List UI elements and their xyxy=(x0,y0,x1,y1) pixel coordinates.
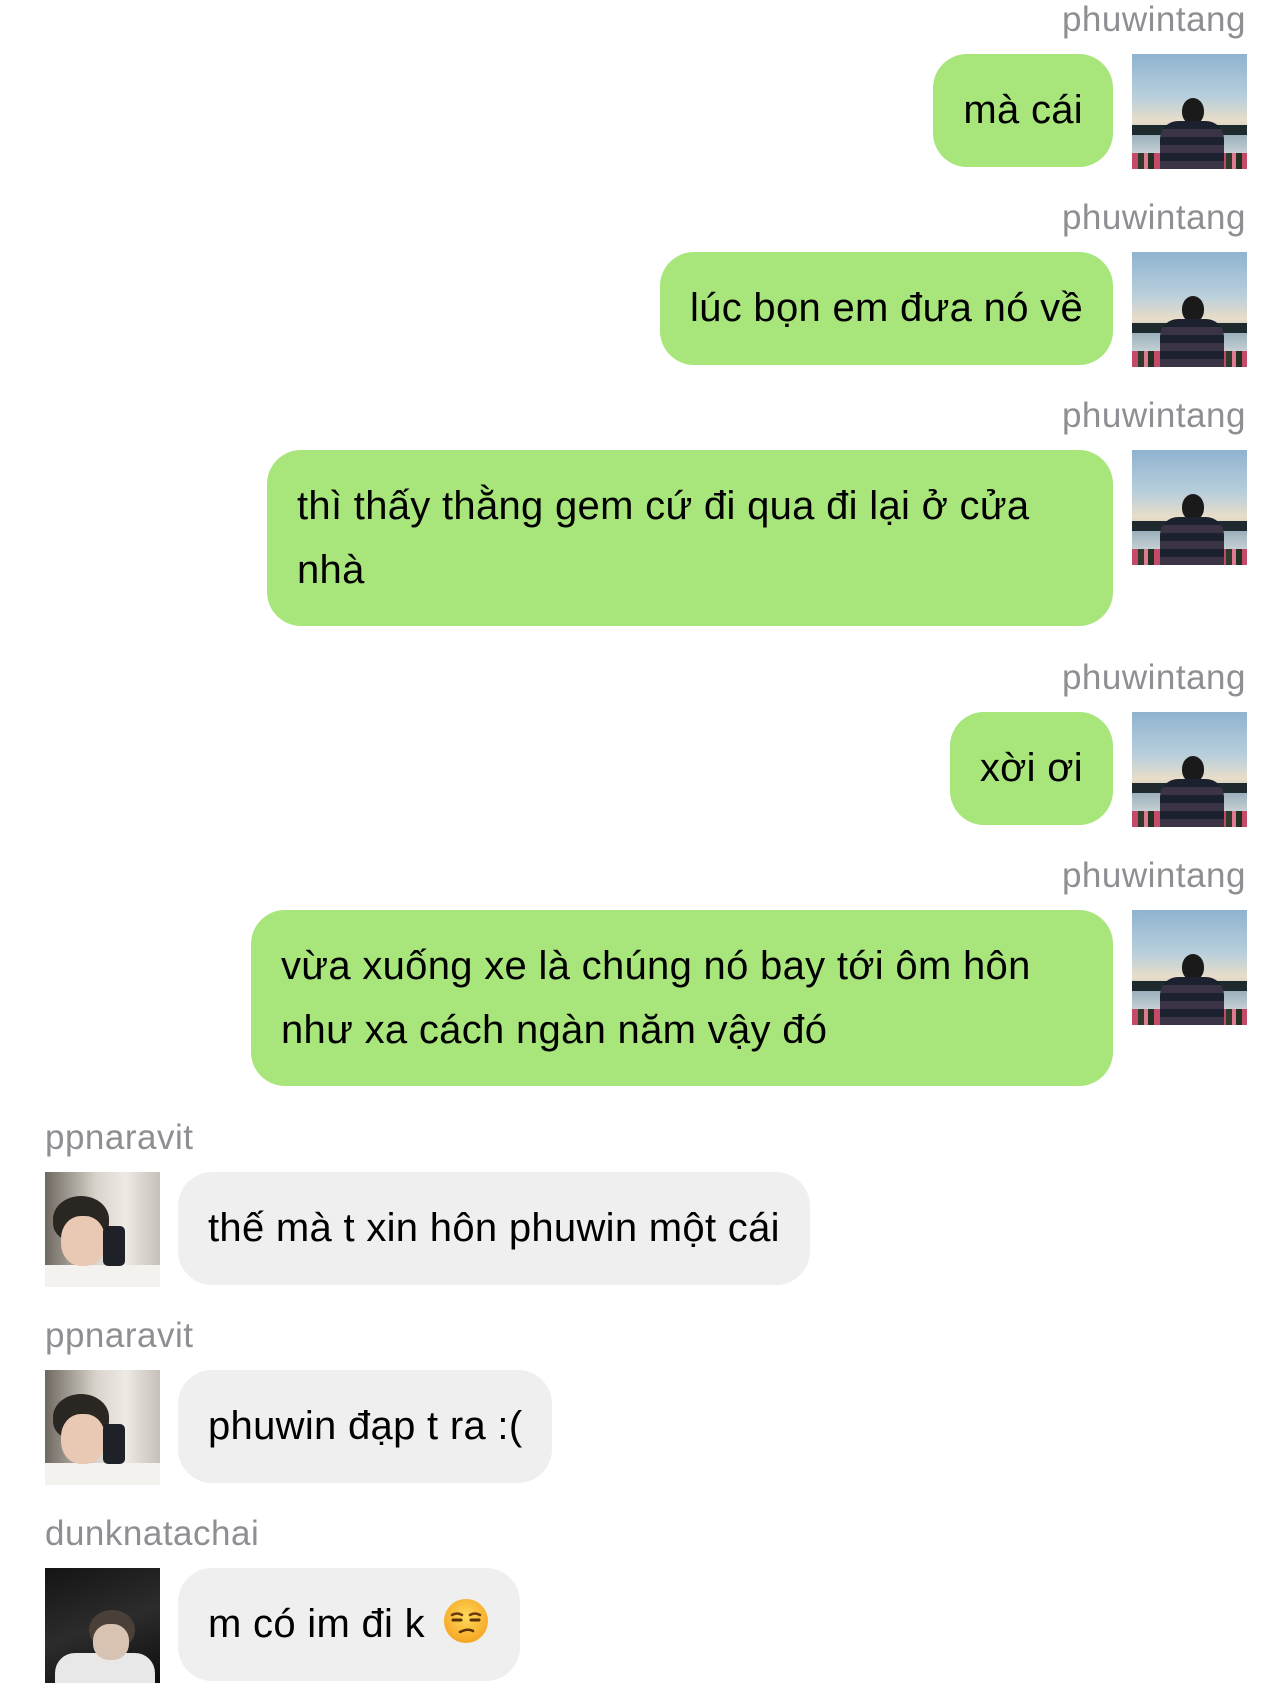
sender-username[interactable]: phuwintang xyxy=(1062,658,1246,698)
sender-username[interactable]: ppnaravit xyxy=(45,1118,193,1158)
message-bubble[interactable]: phuwin đạp t ra :( xyxy=(178,1370,553,1483)
avatar[interactable] xyxy=(1132,54,1247,169)
sender-username[interactable]: phuwintang xyxy=(1062,856,1246,896)
message-bubble[interactable]: vừa xuống xe là chúng nó bay tới ôm hôn … xyxy=(251,910,1113,1086)
message-bubble[interactable]: m có im đi k xyxy=(178,1568,521,1681)
sender-username[interactable]: phuwintang xyxy=(1062,396,1246,436)
message-bubble[interactable]: xời ơi xyxy=(949,712,1113,825)
message-bubble[interactable]: lúc bọn em đưa nó về xyxy=(659,252,1113,365)
unamused-face-icon xyxy=(444,1599,489,1643)
message-bubble[interactable]: thì thấy thằng gem cứ đi qua đi lại ở cử… xyxy=(267,450,1113,626)
message-text: m có im đi k xyxy=(208,1602,425,1646)
message-bubble[interactable]: mà cái xyxy=(933,54,1113,167)
chat-thread: phuwintang mà cái phuwintang lúc bọn em … xyxy=(0,0,1284,1690)
sender-username[interactable]: dunknatachai xyxy=(45,1514,259,1554)
avatar[interactable] xyxy=(1132,450,1247,565)
avatar[interactable] xyxy=(45,1370,160,1485)
avatar[interactable] xyxy=(1132,712,1247,827)
avatar[interactable] xyxy=(1132,252,1247,367)
sender-username[interactable]: phuwintang xyxy=(1062,0,1246,40)
avatar[interactable] xyxy=(45,1172,160,1287)
avatar[interactable] xyxy=(45,1568,160,1683)
message-bubble[interactable]: thế mà t xin hôn phuwin một cái xyxy=(178,1172,810,1285)
sender-username[interactable]: phuwintang xyxy=(1062,198,1246,238)
avatar[interactable] xyxy=(1132,910,1247,1025)
sender-username[interactable]: ppnaravit xyxy=(45,1316,193,1356)
